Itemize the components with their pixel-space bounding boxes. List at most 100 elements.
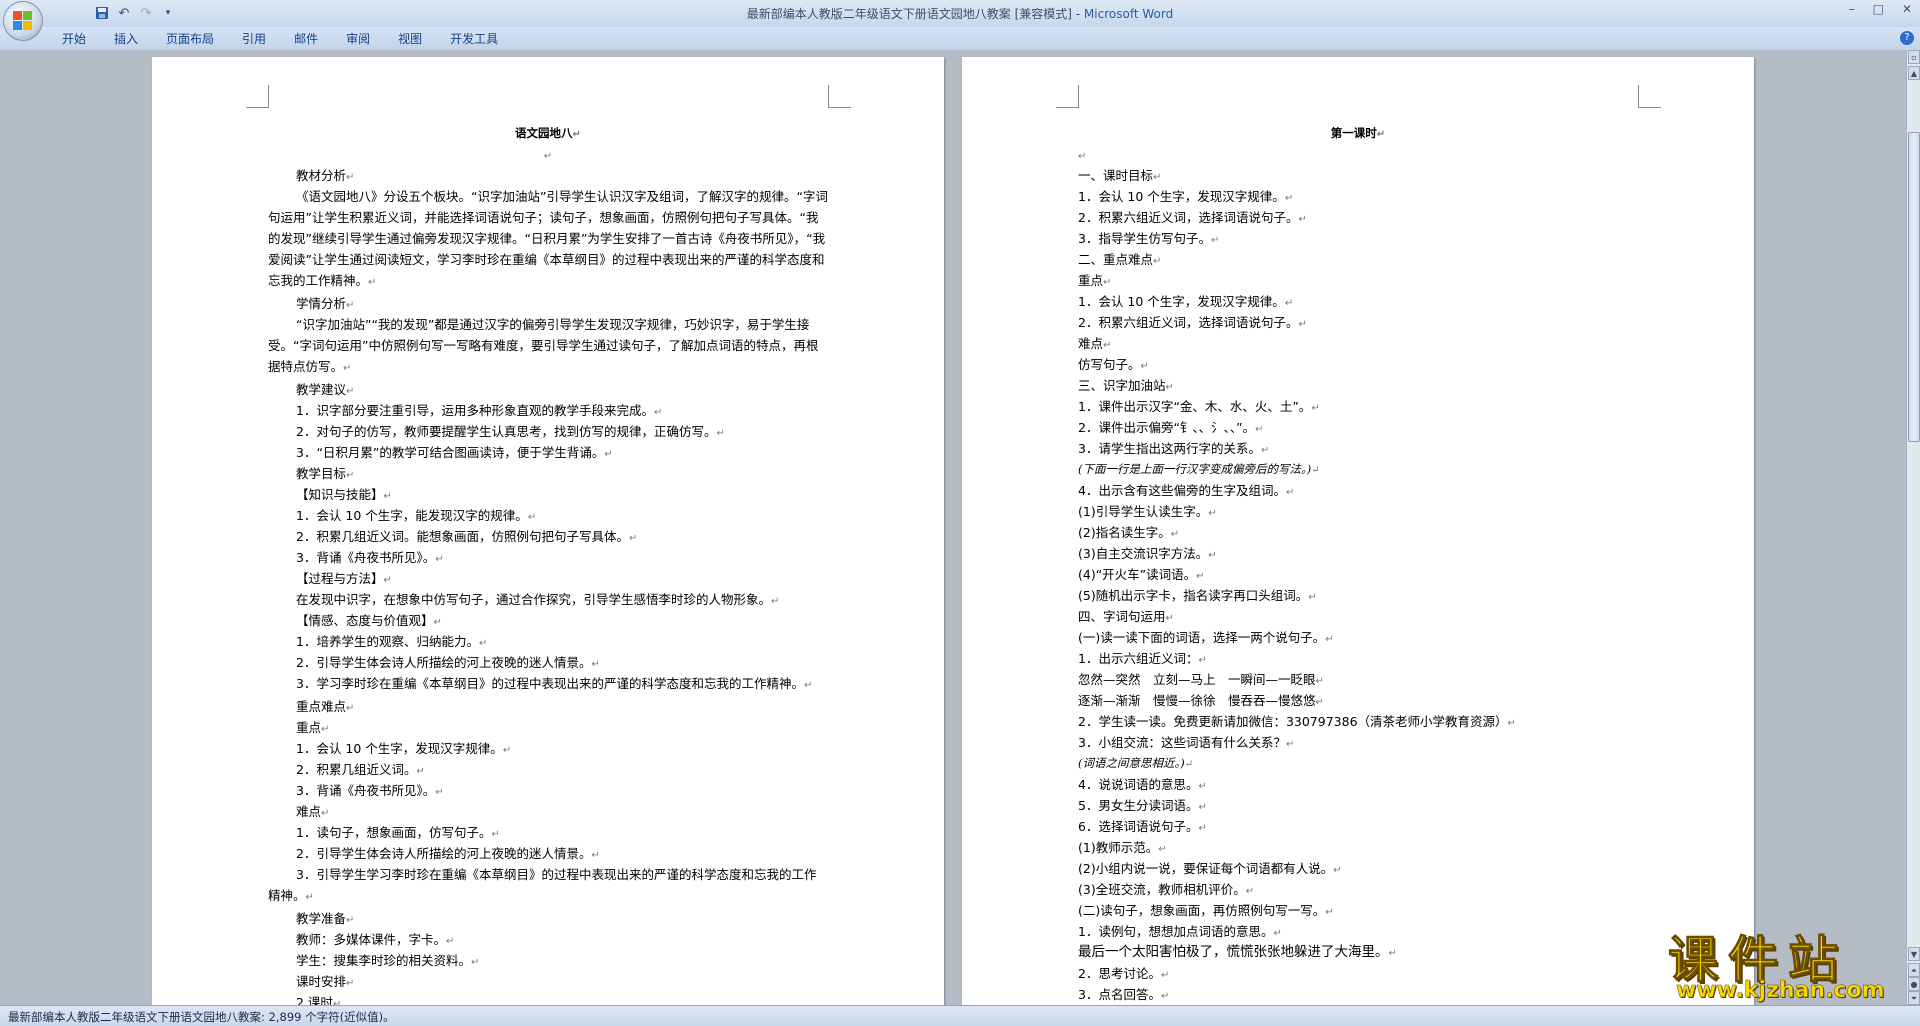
paragraph-text: 3．“日积月累”的教学可结合图画读诗，便于学生背诵。 (296, 445, 605, 460)
paragraph-mark: ↵ (1311, 403, 1320, 414)
tab-page-layout[interactable]: 页面布局 (152, 31, 228, 47)
site-watermark: 课件站 www.kjzhan.com (1668, 920, 1918, 1004)
ruler-toggle-icon[interactable]: ▫ (1908, 50, 1920, 64)
paragraph-text: 教师：多媒体课件，字卡。 (296, 932, 447, 947)
paragraph-mark: ↵ (1165, 613, 1174, 624)
paragraph-text: 重点难点 (296, 699, 347, 714)
minimize-button[interactable]: – (1849, 2, 1855, 16)
office-logo-icon (13, 11, 33, 31)
paragraph-text: 2．积累几组近义词。能想象画面，仿照例句把句子写具体。 (296, 529, 629, 544)
tab-insert[interactable]: 插入 (100, 31, 152, 47)
document-page-right[interactable]: 第一课时↵ ↵ 一、课时目标↵ 1．会认 10 个生字，发现汉字规律。↵ 2．积累六组… (962, 57, 1754, 1005)
paragraph-text: 3．点名回答。 (1078, 987, 1161, 1002)
paragraph-mark: ↵ (368, 277, 377, 288)
paragraph-mark: ↵ (1325, 634, 1334, 645)
paragraph-mark: ↵ (527, 512, 537, 523)
paragraph-text: 1．课件出示汉字“金、木、水、火、土”。 (1078, 399, 1312, 414)
paragraph-line: 2．引导学生体会诗人所描绘的河上夜晚的迷人情景。↵ (268, 652, 828, 673)
paragraph-text: 学生：搜集李时珍的相关资料。 (296, 953, 472, 968)
paragraph-text: 【知识与技能】 (296, 487, 384, 502)
paragraph-line: 【情感、态度与价值观】↵ (268, 610, 828, 631)
paragraph-line: 3．点名回答。↵ (1078, 984, 1638, 1005)
paragraph-line: 3．引导学生学习李时珍在重编《本草纲目》的过程中表现出来的严谨的科学态度和忘我的… (268, 864, 828, 908)
paragraph-line: (2)指名读生字。↵ (1078, 522, 1638, 543)
paragraph-line: 1．培养学生的观察、归纳能力。↵ (268, 631, 828, 652)
tab-developer[interactable]: 开发工具 (436, 31, 512, 47)
paragraph-line: (二)读句子，想象画面，再仿照例句写一写。↵ (1078, 900, 1638, 921)
close-button[interactable]: ✕ (1902, 2, 1912, 16)
document-page-left[interactable]: 语文园地八↵ ↵ 教材分析↵ 《语文园地八》分设五个板块。“识字加油站”引导学生认… (152, 57, 944, 1005)
paragraph-line: 一、课时目标↵ (1078, 165, 1638, 186)
scroll-up-icon[interactable]: ▲ (1908, 66, 1920, 80)
paragraph-mark: ↵ (305, 892, 314, 903)
paragraph-mark: ↵ (1153, 172, 1162, 183)
paragraph-text: (词语之间意思相近。) (1078, 756, 1185, 770)
paragraph-text: 3．请学生指出这两行字的关系。 (1078, 441, 1261, 456)
paragraph-mark: ↵ (1273, 928, 1282, 939)
paragraph-line: 逐渐—渐渐 慢慢—徐徐 慢吞吞—慢悠悠↵ (1078, 690, 1638, 711)
paragraph-mark: ↵ (1507, 718, 1516, 729)
paragraph-line: 学生：搜集李时珍的相关资料。↵ (268, 950, 828, 971)
paragraph-mark: ↵ (1160, 970, 1170, 981)
paragraph-text: (3)全班交流，教师相机评价。 (1078, 882, 1246, 897)
paragraph-mark: ↵ (446, 936, 455, 947)
paragraph-mark: ↵ (1153, 256, 1162, 267)
paragraph-mark: ↵ (1311, 465, 1320, 476)
paragraph-line: (2)小组内说一说，要保证每个词语都有人说。↵ (1078, 858, 1638, 879)
paragraph-text: 仿写句子。 (1078, 357, 1141, 372)
maximize-button[interactable]: □ (1873, 2, 1884, 16)
margin-corner-mark (1056, 85, 1079, 108)
paragraph-text: 课时安排 (296, 974, 347, 989)
paragraph-text: (一)读一读下面的词语，选择一两个说句子。 (1078, 630, 1326, 645)
paragraph-text: 三、识字加油站 (1078, 378, 1166, 393)
paragraph-text: (1)引导学生认读生字。 (1078, 504, 1209, 519)
vertical-scrollbar[interactable]: ▫ ▲ ▼ ⏶ ● ⏷ (1906, 50, 1920, 1005)
paragraph-line: 难点↵ (1078, 333, 1638, 354)
word-count-status[interactable]: 最新部编本人教版二年级语文下册语文园地八教案: 2,899 个字符(近似值)。 (8, 1009, 395, 1025)
paragraph-line: 3．背诵《舟夜书所见》。↵ (268, 547, 828, 568)
status-bar: 最新部编本人教版二年级语文下册语文园地八教案: 2,899 个字符(近似值)。 (0, 1005, 1920, 1026)
paragraph-text: 6．选择词语说句子。 (1078, 819, 1199, 834)
paragraph-line: 3．“日积月累”的教学可结合图画读诗，便于学生背诵。↵ (268, 442, 828, 463)
paragraph-mark: ↵ (1103, 277, 1112, 288)
paragraph-line: (4)“开火车”读词语。↵ (1078, 564, 1638, 585)
tab-mailings[interactable]: 邮件 (280, 31, 332, 47)
paragraph-line: 二、重点难点↵ (1078, 249, 1638, 270)
paragraph-text: 一、课时目标 (1078, 168, 1154, 183)
paragraph-line: 2．思考讨论。↵ (1078, 963, 1638, 984)
paragraph-line: 学情分析↵ (268, 293, 828, 314)
tab-view[interactable]: 视图 (384, 31, 436, 47)
paragraph-mark: ↵ (471, 957, 480, 968)
tab-review[interactable]: 审阅 (332, 31, 384, 47)
ribbon-tabs: 开始 插入 页面布局 引用 邮件 审阅 视图 开发工具 (48, 31, 512, 47)
watermark-url: www.kjzhan.com (1676, 978, 1885, 1004)
paragraph-text: 3．指导学生仿写句子。 (1078, 231, 1211, 246)
paragraph-line: (词语之间意思相近。)↵ (1078, 753, 1638, 774)
paragraph-line: 1．会认 10 个生字，能发现汉字的规律。↵ (268, 505, 828, 526)
paragraph-text: 教学目标 (296, 466, 347, 481)
margin-corner-mark (246, 85, 269, 108)
paragraph-text: 《语文园地八》分设五个板块。“识字加油站”引导学生认识汉字及组词，了解汉字的规律… (268, 189, 828, 288)
paragraph-text: 2．思考讨论。 (1078, 966, 1161, 981)
paragraph-text: 5．男女生分读词语。 (1078, 798, 1199, 813)
tab-home[interactable]: 开始 (48, 31, 100, 47)
paragraph-text: 教材分析 (296, 168, 347, 183)
paragraph-mark: ↵ (1170, 529, 1180, 540)
paragraph-line: (5)随机出示字卡，指名读字再口头组词。↵ (1078, 585, 1638, 606)
paragraph-line: 1．读句子，想象画面，仿写句子。↵ (268, 822, 828, 843)
paragraph-mark: ↵ (433, 617, 442, 628)
tab-references[interactable]: 引用 (228, 31, 280, 47)
paragraph-mark: ↵ (1140, 361, 1149, 372)
paragraph-line: 《语文园地八》分设五个板块。“识字加油站”引导学生认识汉字及组词，了解汉字的规律… (268, 186, 828, 293)
paragraph-line: 重点↵ (1078, 270, 1638, 291)
paragraph-mark: ↵ (1298, 319, 1307, 330)
window-controls: – □ ✕ (1849, 2, 1912, 16)
paragraph-text: 重点 (296, 720, 322, 735)
paragraph-text: 1．会认 10 个生字，发现汉字规律。 (296, 741, 503, 756)
paragraph-text: 4．说说词语的意思。 (1078, 777, 1199, 792)
paragraph-mark: ↵ (1198, 655, 1207, 666)
scrollbar-thumb[interactable] (1908, 132, 1920, 442)
office-button[interactable] (4, 2, 42, 40)
help-icon[interactable]: ? (1900, 31, 1914, 45)
paragraph-mark: ↵ (502, 745, 512, 756)
